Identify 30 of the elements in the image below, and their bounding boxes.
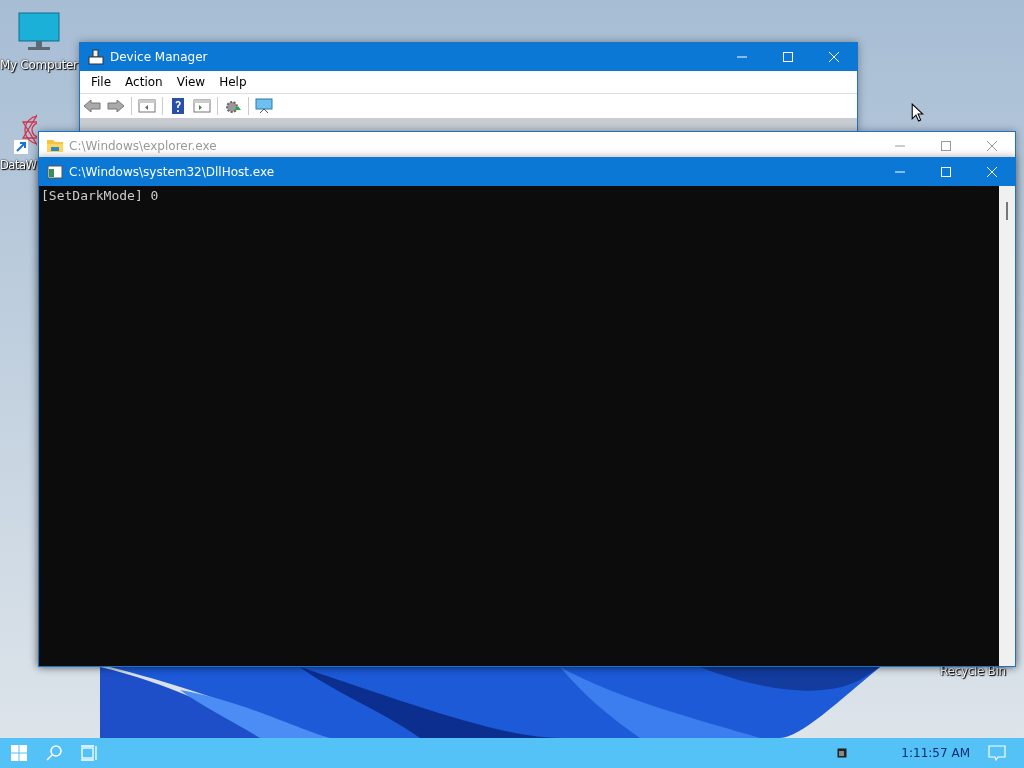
scrollbar[interactable] bbox=[999, 186, 1015, 666]
menu-item[interactable]: Action bbox=[118, 75, 170, 89]
back-arrow-icon[interactable] bbox=[83, 98, 101, 114]
task-view-icon[interactable] bbox=[80, 744, 98, 762]
window-title: Device Manager bbox=[110, 50, 208, 64]
console-output: [SetDarkMode] 0 bbox=[41, 188, 159, 204]
forward-arrow-icon[interactable] bbox=[107, 98, 125, 114]
monitor-icon[interactable] bbox=[255, 98, 273, 114]
panel-icon[interactable] bbox=[138, 98, 156, 114]
window-title: C:\Windows\explorer.exe bbox=[69, 139, 217, 153]
menu-item[interactable]: View bbox=[169, 75, 213, 89]
folder-icon bbox=[47, 138, 63, 154]
cursor-icon bbox=[911, 103, 924, 122]
notification-icon[interactable] bbox=[988, 744, 1006, 762]
window-title: C:\Windows\system32\DllHost.exe bbox=[69, 165, 275, 179]
maximize-icon[interactable] bbox=[941, 141, 951, 151]
computer-icon[interactable] bbox=[18, 12, 60, 52]
device-icon bbox=[88, 49, 104, 65]
close-icon[interactable] bbox=[987, 141, 997, 151]
gear-icon[interactable] bbox=[224, 98, 242, 114]
icon-label[interactable]: Recycle Bin bbox=[940, 664, 1006, 678]
clock[interactable]: 1:11:57 AM bbox=[901, 746, 970, 760]
start-icon[interactable] bbox=[10, 744, 28, 762]
search-icon[interactable] bbox=[45, 744, 63, 762]
menu-item[interactable]: File bbox=[84, 75, 119, 89]
app-window-icon bbox=[47, 164, 63, 180]
tray-icon[interactable] bbox=[837, 748, 848, 758]
menu-item[interactable]: Help bbox=[212, 75, 254, 89]
help-icon[interactable] bbox=[169, 98, 187, 114]
panel-icon[interactable] bbox=[193, 98, 211, 114]
